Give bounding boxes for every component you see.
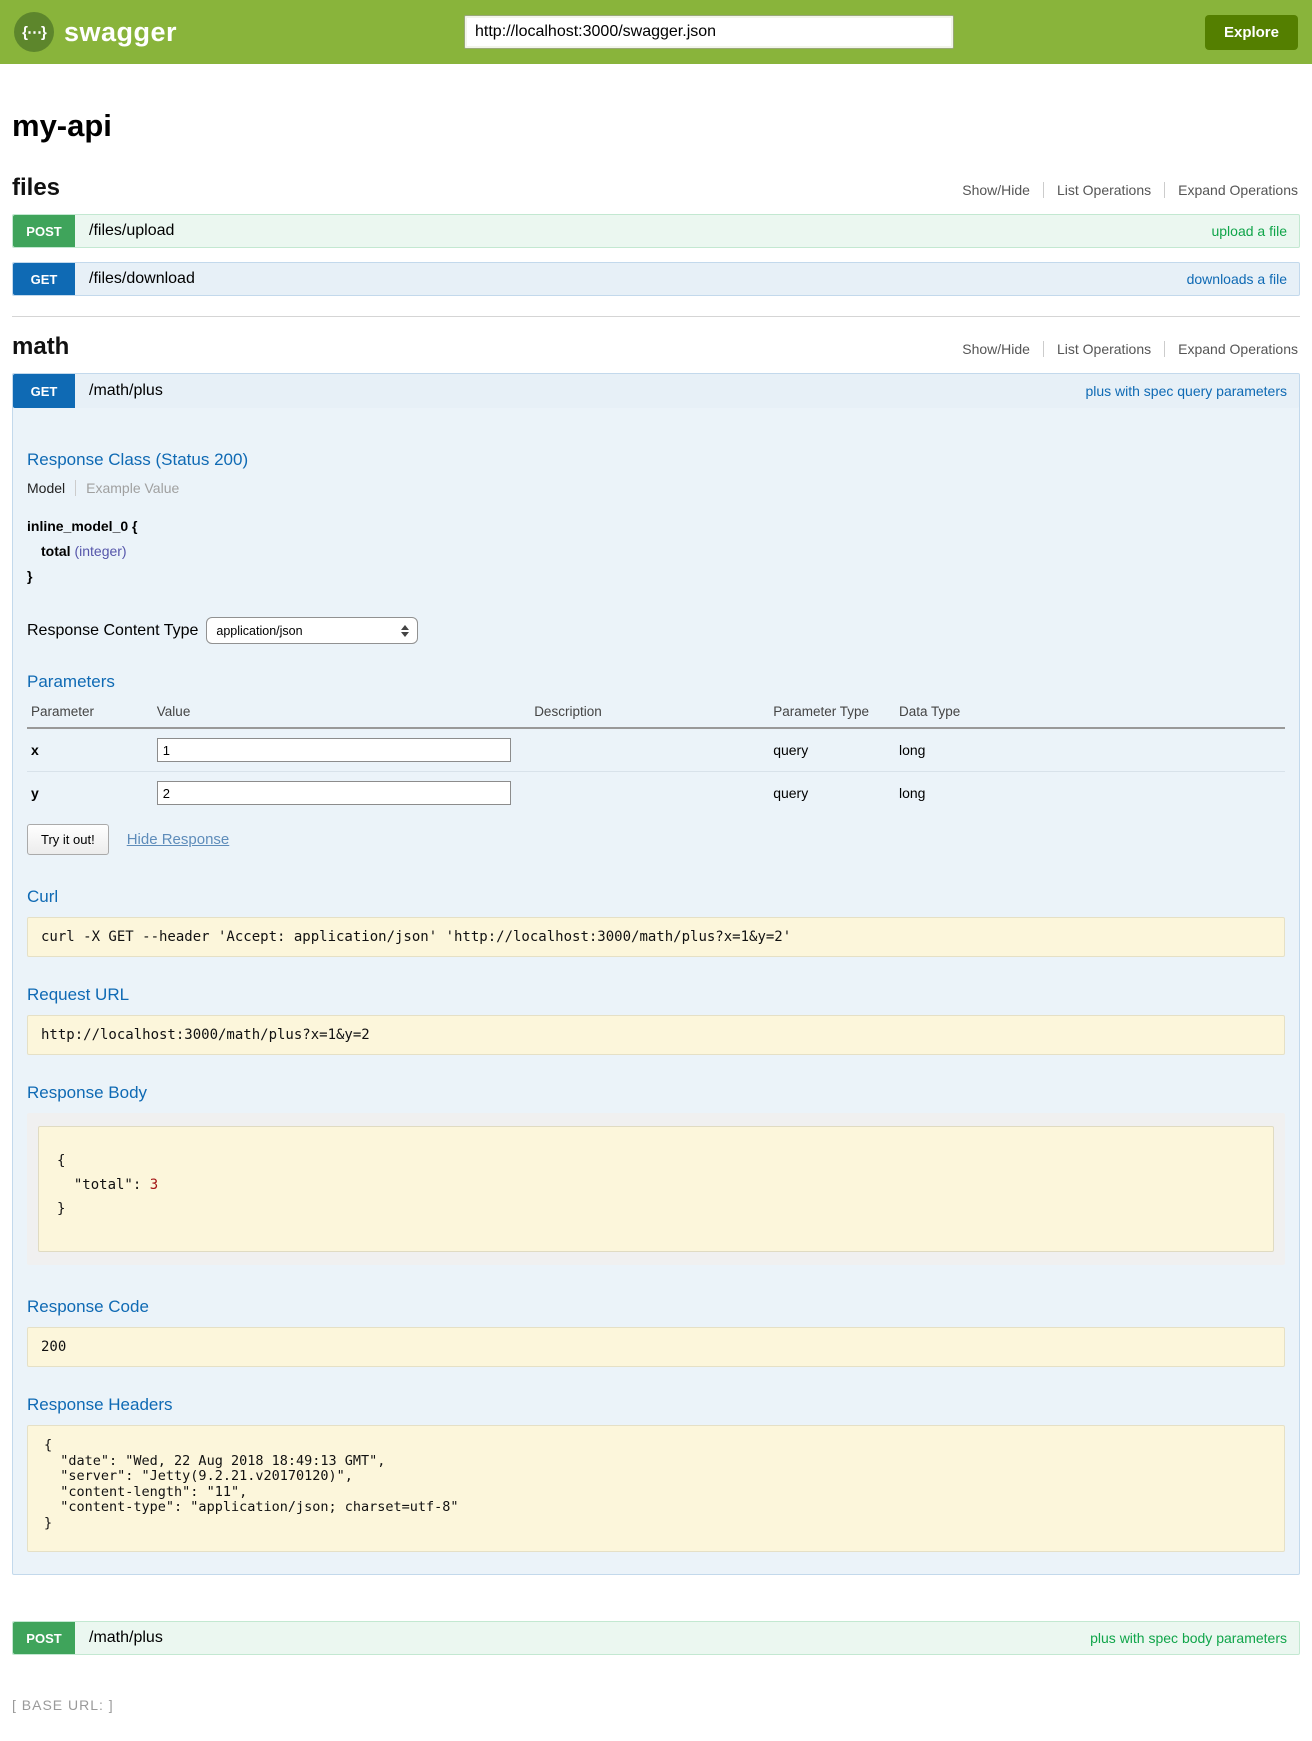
endpoint-row-post-math-plus: POST /math/plus plus with spec body para…	[12, 1621, 1300, 1655]
parameters-header-row: Parameter Value Description Parameter Ty…	[27, 698, 1285, 728]
endpoint-row-get-math-plus: GET /math/plus plus with spec query para…	[13, 374, 1299, 408]
model-tabs: Model Example Value	[27, 480, 1285, 496]
response-headers-title: Response Headers	[27, 1395, 1285, 1415]
endpoint-summary-link[interactable]: plus with spec query parameters	[1085, 374, 1299, 408]
model-name: inline_model_0 {	[27, 514, 1285, 539]
response-content-type-row: Response Content Type application/json	[27, 617, 1285, 644]
swagger-url-input[interactable]	[464, 15, 954, 49]
method-badge-post: POST	[13, 215, 75, 247]
column-header-value: Value	[153, 698, 530, 728]
tab-model[interactable]: Model	[27, 480, 75, 496]
curl-title: Curl	[27, 887, 1285, 907]
swagger-logo-icon: {⋯}	[14, 12, 54, 52]
parameter-description	[530, 728, 769, 772]
response-code-title: Response Code	[27, 1297, 1285, 1317]
method-badge-get: GET	[13, 374, 75, 408]
parameter-row-x: x query long	[27, 728, 1285, 772]
list-operations-link[interactable]: List Operations	[1043, 341, 1164, 357]
response-content-type-value: application/json	[216, 624, 302, 638]
topbar-center	[177, 15, 1205, 49]
hide-response-link[interactable]: Hide Response	[127, 831, 230, 848]
column-header-data-type: Data Type	[895, 698, 1285, 728]
parameter-row-y: y query long	[27, 772, 1285, 815]
response-body-value: { "total": 3 }	[38, 1126, 1274, 1252]
parameter-type: query	[769, 728, 895, 772]
base-url-footer: [ BASE URL: ]	[0, 1697, 1312, 1713]
response-class-title: Response Class (Status 200)	[27, 450, 1285, 470]
list-operations-link[interactable]: List Operations	[1043, 182, 1164, 198]
parameter-name: x	[27, 728, 153, 772]
swagger-logo-text: swagger	[64, 17, 177, 48]
endpoint-path-link[interactable]: /files/download	[75, 263, 1187, 295]
endpoint-path-link[interactable]: /files/upload	[75, 215, 1211, 247]
section-controls-files: Show/Hide List Operations Expand Operati…	[949, 182, 1300, 198]
select-arrows-icon	[401, 625, 409, 637]
model-close-brace: }	[27, 564, 1285, 589]
expand-operations-link[interactable]: Expand Operations	[1164, 182, 1300, 198]
parameter-data-type: long	[895, 728, 1285, 772]
page-content: my-api files Show/Hide List Operations E…	[0, 108, 1312, 1655]
parameter-y-input[interactable]	[157, 781, 512, 805]
response-body-container: { "total": 3 }	[27, 1113, 1285, 1265]
parameters-title: Parameters	[27, 672, 1285, 692]
response-content-type-select[interactable]: application/json	[206, 617, 418, 644]
section-header-math: math Show/Hide List Operations Expand Op…	[12, 333, 1300, 361]
parameters-table: Parameter Value Description Parameter Ty…	[27, 698, 1285, 814]
model-property-type: (integer)	[74, 543, 126, 559]
endpoint-path-link[interactable]: /math/plus	[75, 374, 1085, 408]
section-controls-math: Show/Hide List Operations Expand Operati…	[949, 341, 1300, 357]
actions-row: Try it out! Hide Response	[27, 824, 1285, 855]
top-bar: {⋯} swagger Explore	[0, 0, 1312, 64]
endpoint-row-get-files-download: GET /files/download downloads a file	[12, 262, 1300, 296]
section-divider	[12, 316, 1300, 317]
response-content-type-label: Response Content Type	[27, 622, 198, 640]
parameter-x-input[interactable]	[157, 738, 512, 762]
show-hide-link[interactable]: Show/Hide	[949, 341, 1043, 357]
endpoint-row-post-files-upload: POST /files/upload upload a file	[12, 214, 1300, 248]
page-title: my-api	[12, 108, 1300, 144]
model-property-name: total	[41, 543, 71, 559]
endpoint-summary-link[interactable]: downloads a file	[1187, 263, 1299, 295]
column-header-description: Description	[530, 698, 769, 728]
method-badge-post: POST	[13, 1622, 75, 1654]
response-code-value: 200	[27, 1327, 1285, 1367]
response-body-text: { "total":	[57, 1153, 150, 1193]
operation-detail: Response Class (Status 200) Model Exampl…	[13, 422, 1299, 1574]
request-url-value: http://localhost:3000/math/plus?x=1&y=2	[27, 1015, 1285, 1055]
show-hide-link[interactable]: Show/Hide	[949, 182, 1043, 198]
endpoint-path-link[interactable]: /math/plus	[75, 1622, 1090, 1654]
response-body-text: }	[57, 1201, 65, 1217]
section-title-files[interactable]: files	[12, 174, 60, 202]
swagger-logo-link[interactable]: {⋯} swagger	[14, 12, 177, 52]
section-title-math[interactable]: math	[12, 333, 69, 361]
model-signature: inline_model_0 { total (integer) }	[27, 514, 1285, 589]
parameter-name: y	[27, 772, 153, 815]
endpoint-summary-link[interactable]: upload a file	[1211, 215, 1299, 247]
expand-operations-link[interactable]: Expand Operations	[1164, 341, 1300, 357]
explore-button[interactable]: Explore	[1205, 15, 1298, 50]
endpoint-panel-get-math-plus: GET /math/plus plus with spec query para…	[12, 373, 1300, 1575]
parameter-data-type: long	[895, 772, 1285, 815]
parameter-type: query	[769, 772, 895, 815]
curl-command: curl -X GET --header 'Accept: applicatio…	[27, 917, 1285, 957]
parameter-description	[530, 772, 769, 815]
method-badge-get: GET	[13, 263, 75, 295]
response-body-title: Response Body	[27, 1083, 1285, 1103]
response-headers-value: { "date": "Wed, 22 Aug 2018 18:49:13 GMT…	[27, 1425, 1285, 1552]
column-header-parameter-type: Parameter Type	[769, 698, 895, 728]
tab-example-value[interactable]: Example Value	[75, 480, 179, 496]
column-header-parameter: Parameter	[27, 698, 153, 728]
request-url-title: Request URL	[27, 985, 1285, 1005]
try-it-out-button[interactable]: Try it out!	[27, 824, 109, 855]
endpoint-summary-link[interactable]: plus with spec body parameters	[1090, 1622, 1299, 1654]
section-header-files: files Show/Hide List Operations Expand O…	[12, 174, 1300, 202]
response-body-number: 3	[150, 1177, 158, 1193]
